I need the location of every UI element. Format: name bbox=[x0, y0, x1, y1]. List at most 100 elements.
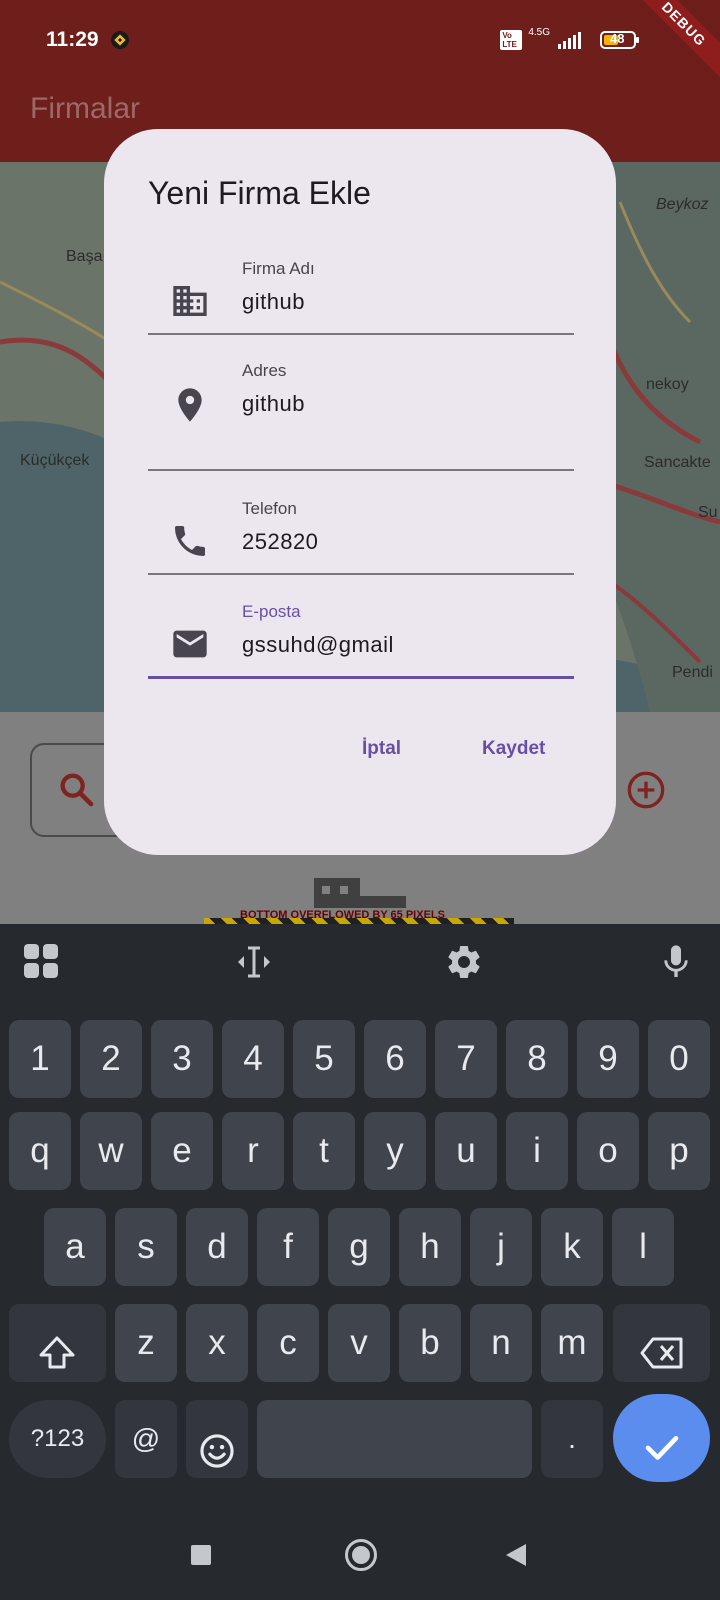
key-e[interactable]: e bbox=[151, 1112, 213, 1190]
field-value: gssuhd@gmail bbox=[242, 632, 394, 657]
backspace-key[interactable] bbox=[613, 1304, 710, 1382]
empty-state-icon bbox=[312, 876, 408, 910]
key-9[interactable]: 9 bbox=[577, 1020, 639, 1098]
status-bar: 11:29 Vo LTE 4.5G 48 DEBUG bbox=[0, 0, 720, 82]
key-2[interactable]: 2 bbox=[80, 1020, 142, 1098]
key-1[interactable]: 1 bbox=[9, 1020, 71, 1098]
key-b[interactable]: b bbox=[399, 1304, 461, 1382]
key-a[interactable]: a bbox=[44, 1208, 106, 1286]
page-title: Firmalar bbox=[30, 92, 140, 125]
signal-icon bbox=[556, 30, 588, 50]
gear-icon[interactable] bbox=[444, 942, 484, 982]
battery-level: 48 bbox=[610, 31, 625, 46]
phone-icon bbox=[170, 521, 210, 561]
key-z[interactable]: z bbox=[115, 1304, 177, 1382]
key-i[interactable]: i bbox=[506, 1112, 568, 1190]
field-underline bbox=[148, 333, 574, 335]
at-key[interactable]: @ bbox=[115, 1400, 177, 1478]
map-label: Küçükçek bbox=[20, 452, 90, 469]
business-icon bbox=[170, 281, 210, 321]
map-label: Sancakte bbox=[644, 454, 711, 471]
map-label: Başa bbox=[66, 248, 103, 265]
key-x[interactable]: x bbox=[186, 1304, 248, 1382]
field-value: 252820 bbox=[242, 529, 319, 554]
company-name-field[interactable]: Firma Adı github bbox=[148, 259, 574, 367]
key-v[interactable]: v bbox=[328, 1304, 390, 1382]
map-label: Su bbox=[698, 504, 718, 521]
emoji-key[interactable] bbox=[186, 1400, 248, 1478]
app-notification-icon bbox=[110, 30, 130, 50]
field-underline bbox=[148, 676, 574, 679]
checkmark-icon bbox=[641, 1418, 683, 1460]
key-q[interactable]: q bbox=[9, 1112, 71, 1190]
done-key[interactable] bbox=[613, 1394, 710, 1482]
add-company-dialog: Yeni Firma Ekle Firma Adı github Adres g… bbox=[104, 129, 616, 855]
field-label: Adres bbox=[242, 361, 287, 380]
key-k[interactable]: k bbox=[541, 1208, 603, 1286]
key-c[interactable]: c bbox=[257, 1304, 319, 1382]
key-h[interactable]: h bbox=[399, 1208, 461, 1286]
key-7[interactable]: 7 bbox=[435, 1020, 497, 1098]
soft-keyboard: 1 2 3 4 5 6 7 8 9 0 q w e r t y u i o p … bbox=[0, 924, 720, 1600]
map-label: Pendi bbox=[672, 664, 713, 681]
key-d[interactable]: d bbox=[186, 1208, 248, 1286]
dialog-title: Yeni Firma Ekle bbox=[148, 175, 371, 211]
network-type: 4.5G bbox=[528, 26, 550, 38]
recents-icon[interactable] bbox=[190, 1544, 212, 1566]
field-underline bbox=[148, 573, 574, 575]
add-company-button[interactable] bbox=[626, 770, 666, 810]
search-icon bbox=[56, 769, 96, 809]
shift-key[interactable] bbox=[9, 1304, 106, 1382]
key-u[interactable]: u bbox=[435, 1112, 497, 1190]
key-5[interactable]: 5 bbox=[293, 1020, 355, 1098]
key-p[interactable]: p bbox=[648, 1112, 710, 1190]
save-button[interactable]: Kaydet bbox=[482, 738, 545, 760]
cancel-button[interactable]: İptal bbox=[362, 738, 401, 760]
space-key[interactable] bbox=[257, 1400, 532, 1478]
mail-icon bbox=[170, 624, 210, 664]
email-field[interactable]: E-posta gssuhd@gmail bbox=[148, 602, 574, 682]
status-time: 11:29 bbox=[46, 28, 99, 51]
key-j[interactable]: j bbox=[470, 1208, 532, 1286]
text-cursor-icon[interactable] bbox=[234, 942, 274, 982]
key-3[interactable]: 3 bbox=[151, 1020, 213, 1098]
key-y[interactable]: y bbox=[364, 1112, 426, 1190]
location-pin-icon bbox=[170, 385, 210, 425]
field-label: Telefon bbox=[242, 499, 297, 518]
overflow-warning: BOTTOM OVERFLOWED BY 65 PIXELS bbox=[240, 909, 445, 921]
shift-icon bbox=[37, 1323, 77, 1369]
field-label: E-posta bbox=[242, 602, 301, 621]
field-label: Firma Adı bbox=[242, 259, 315, 278]
key-l[interactable]: l bbox=[612, 1208, 674, 1286]
emoji-icon bbox=[198, 1420, 236, 1468]
map-label: nekoy bbox=[646, 376, 689, 393]
phone-field[interactable]: Telefon 252820 bbox=[148, 499, 574, 579]
key-m[interactable]: m bbox=[541, 1304, 603, 1382]
backspace-icon bbox=[639, 1323, 685, 1369]
back-icon[interactable] bbox=[504, 1542, 528, 1568]
key-6[interactable]: 6 bbox=[364, 1020, 426, 1098]
apps-grid-icon[interactable] bbox=[22, 942, 62, 982]
key-g[interactable]: g bbox=[328, 1208, 390, 1286]
key-f[interactable]: f bbox=[257, 1208, 319, 1286]
key-8[interactable]: 8 bbox=[506, 1020, 568, 1098]
key-4[interactable]: 4 bbox=[222, 1020, 284, 1098]
key-n[interactable]: n bbox=[470, 1304, 532, 1382]
field-value: github bbox=[242, 391, 305, 416]
debug-banner: DEBUG bbox=[626, 0, 720, 82]
field-underline bbox=[148, 469, 574, 471]
home-icon[interactable] bbox=[344, 1538, 378, 1572]
symbols-key[interactable]: ?123 bbox=[9, 1400, 106, 1478]
address-field[interactable]: Adres github bbox=[148, 361, 574, 471]
key-o[interactable]: o bbox=[577, 1112, 639, 1190]
key-w[interactable]: w bbox=[80, 1112, 142, 1190]
status-indicators: Vo LTE 4.5G 48 bbox=[500, 26, 640, 50]
battery-icon: 48 bbox=[600, 30, 640, 50]
volte-icon: Vo LTE bbox=[500, 30, 523, 50]
period-key[interactable]: . bbox=[541, 1400, 603, 1478]
key-r[interactable]: r bbox=[222, 1112, 284, 1190]
key-t[interactable]: t bbox=[293, 1112, 355, 1190]
key-s[interactable]: s bbox=[115, 1208, 177, 1286]
microphone-icon[interactable] bbox=[656, 942, 696, 982]
key-0[interactable]: 0 bbox=[648, 1020, 710, 1098]
